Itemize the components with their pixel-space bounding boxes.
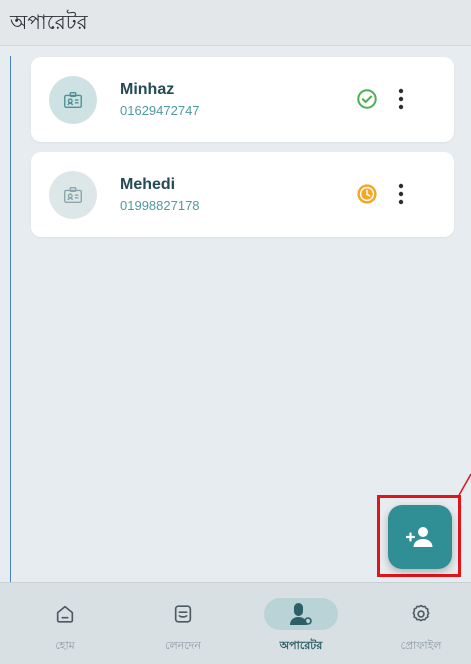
avatar [49, 76, 97, 124]
nav-transactions[interactable]: লেনদেন [138, 583, 228, 664]
operator-name: Minhaz [120, 81, 175, 98]
nav-icon-container [264, 598, 338, 630]
nav-label: অপারেটর [279, 639, 323, 652]
more-vert-icon[interactable] [397, 87, 405, 111]
operator-name: Mehedi [120, 176, 176, 193]
operator-phone: 01629472747 [120, 103, 200, 118]
add-person-icon [405, 527, 433, 547]
more-vert-icon[interactable] [397, 182, 405, 206]
nav-icon-container [384, 598, 458, 630]
nav-operator[interactable]: অপারেটর [256, 583, 346, 664]
settings-gear-icon [412, 604, 430, 622]
operator-icon [290, 603, 312, 625]
home-icon [56, 605, 74, 623]
nav-icon-container [146, 598, 220, 630]
check-circle-icon [357, 89, 377, 109]
divider-line [10, 56, 11, 584]
page-title: অপারেটর [10, 10, 88, 34]
id-badge-icon [64, 186, 82, 204]
operator-card[interactable]: Minhaz 01629472747 [31, 57, 454, 142]
operator-card[interactable]: Mehedi 01998827178 [31, 152, 454, 237]
id-badge-icon [64, 91, 82, 109]
transactions-icon [174, 605, 192, 623]
app-screen: অপারেটর Minhaz 01629472747 Mehedi 019988… [0, 0, 471, 664]
nav-label: প্রোফাইল [400, 639, 442, 652]
bottom-navigation: হোম লেনদেন অপারেটর প্রোফাইল [0, 582, 471, 664]
clock-icon [357, 184, 377, 204]
nav-icon-container [28, 598, 102, 630]
nav-label: লেনদেন [165, 639, 201, 652]
add-operator-button[interactable] [388, 505, 452, 569]
nav-label: হোম [55, 639, 75, 652]
operator-phone: 01998827178 [120, 198, 200, 213]
nav-profile[interactable]: প্রোফাইল [376, 583, 466, 664]
avatar [49, 171, 97, 219]
nav-home[interactable]: হোম [20, 583, 110, 664]
top-app-bar: অপারেটর [0, 0, 471, 46]
